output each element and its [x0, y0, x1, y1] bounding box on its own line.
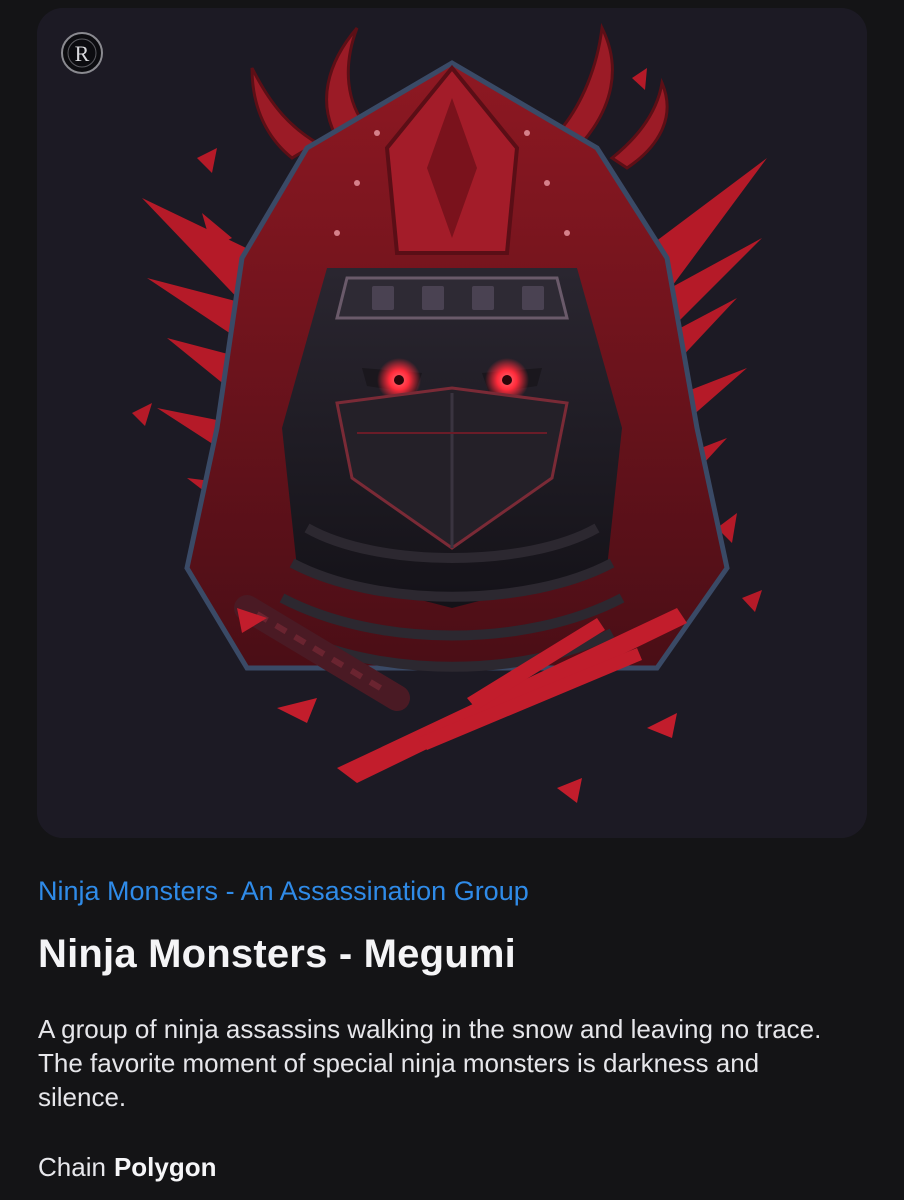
- ninja-illustration: R: [37, 8, 867, 838]
- chain-label: Chain: [38, 1152, 106, 1182]
- chain-row: Chain Polygon: [38, 1152, 217, 1183]
- chain-value: Polygon: [113, 1152, 217, 1182]
- nft-description: A group of ninja assassins walking in th…: [38, 1014, 822, 1112]
- logo-letter: R: [75, 41, 90, 66]
- creator-logo: R: [61, 32, 103, 74]
- nft-artwork[interactable]: R: [37, 8, 867, 838]
- nft-title: Ninja Monsters - Megumi: [38, 932, 516, 976]
- collection-link[interactable]: Ninja Monsters - An Assassination Group: [38, 876, 529, 907]
